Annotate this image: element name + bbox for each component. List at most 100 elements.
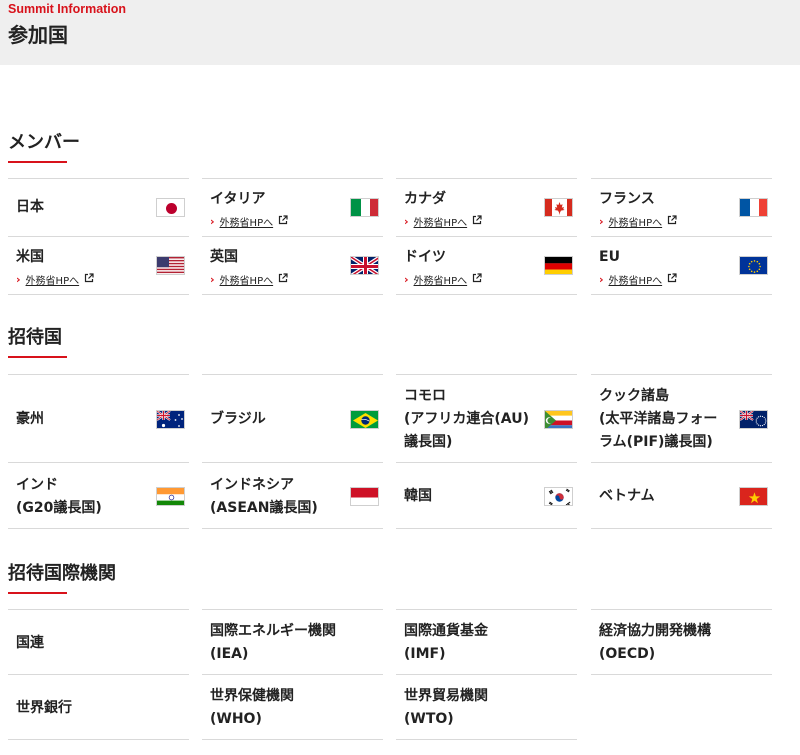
member-name: 米国 (16, 249, 44, 265)
external-link-icon (84, 273, 94, 286)
mofa-link[interactable]: › 外務省HPへ (210, 272, 288, 287)
entry-name-line: (G20議長国) (16, 500, 102, 516)
entry-name-line: 世界銀行 (16, 700, 72, 716)
section-title-invited: 招待国 (8, 327, 62, 348)
korea-flag (544, 487, 573, 506)
entry-name: 世界貿易機関 (WTO) (404, 685, 488, 731)
entry-name: 世界銀行 (16, 697, 72, 720)
canada-flag (544, 198, 573, 217)
external-link-icon (472, 273, 482, 286)
invited-country-cell: 韓国 (396, 462, 577, 529)
entry-name-line: (IMF) (404, 646, 446, 662)
japan-flag (156, 198, 185, 217)
entry-name-line: ベトナム (599, 488, 655, 504)
entry-name: インド (G20議長国) (16, 474, 102, 520)
mofa-link-label: 外務省HPへ (219, 218, 274, 229)
summit-information-label: Summit Information (8, 2, 127, 16)
organization-cell: 国際エネルギー機関 (IEA) (202, 609, 383, 675)
mofa-link[interactable]: › 外務省HPへ (16, 272, 94, 287)
australia-flag (156, 410, 185, 429)
member-name: EU (599, 249, 620, 265)
chevron-right-icon: › (599, 273, 604, 286)
mofa-link-label: 外務省HPへ (413, 276, 468, 287)
mofa-link[interactable]: › 外務省HPへ (404, 214, 482, 229)
member-name: フランス (599, 191, 655, 207)
entry-name: 国際エネルギー機関 (IEA) (210, 620, 336, 666)
entry-name-line: 韓国 (404, 488, 432, 504)
entry-name-line: (太平洋諸島フォー (599, 411, 718, 427)
entry-name-line: インドネシア (210, 477, 294, 493)
entry-name: インドネシア (ASEAN議長国) (210, 474, 318, 520)
entry-name: ブラジル (210, 408, 266, 431)
member-name: 英国 (210, 249, 238, 265)
organization-cell: 国連 (8, 609, 189, 675)
organization-cell: 世界貿易機関 (WTO) (396, 674, 577, 740)
entry-name-line: ブラジル (210, 411, 266, 427)
mofa-link[interactable]: › 外務省HPへ (210, 214, 288, 229)
invited-country-cell: インド (G20議長国) (8, 462, 189, 529)
indonesia-flag (350, 487, 379, 506)
invited-country-cell: クック諸島 (太平洋諸島フォー ラム(PIF)議長国) (591, 374, 772, 463)
chevron-right-icon: › (599, 215, 604, 228)
member-cell: 英国 › 外務省HPへ (202, 236, 383, 295)
external-link-icon (278, 273, 288, 286)
entry-name-line: コモロ (404, 388, 446, 404)
invited-country-cell: インドネシア (ASEAN議長国) (202, 462, 383, 529)
brazil-flag (350, 410, 379, 429)
member-cell: 日本 (8, 178, 189, 237)
entry-name-line: 世界貿易機関 (404, 688, 488, 704)
mofa-link-label: 外務省HPへ (219, 276, 274, 287)
member-cell: イタリア › 外務省HPへ (202, 178, 383, 237)
mofa-link-label: 外務省HPへ (413, 218, 468, 229)
entry-name: コモロ (アフリカ連合(AU) 議長国) (404, 385, 529, 454)
member-cell: EU › 外務省HPへ (591, 236, 772, 295)
usa-flag (156, 256, 185, 275)
comoros-flag (544, 410, 573, 429)
uk-flag (350, 256, 379, 275)
entry-name: 国連 (16, 632, 44, 655)
entry-name: クック諸島 (太平洋諸島フォー ラム(PIF)議長国) (599, 385, 717, 454)
section-underline-orgs (8, 592, 67, 594)
external-link-icon (667, 215, 677, 228)
mofa-link[interactable]: › 外務省HPへ (599, 214, 677, 229)
entry-name-line: 国際エネルギー機関 (210, 623, 336, 639)
mofa-link-label: 外務省HPへ (608, 276, 663, 287)
entry-name: 経済協力開発機構 (OECD) (599, 620, 711, 666)
mofa-link[interactable]: › 外務省HPへ (404, 272, 482, 287)
entry-name-line: (WTO) (404, 711, 454, 727)
entry-name: 韓国 (404, 485, 432, 508)
entry-name-line: (IEA) (210, 646, 249, 662)
entry-name-line: ラム(PIF)議長国) (599, 434, 713, 450)
germany-flag (544, 256, 573, 275)
member-cell: カナダ › 外務省HPへ (396, 178, 577, 237)
entry-name-line: 議長国) (404, 434, 453, 450)
eu-flag (739, 256, 768, 275)
member-name: 日本 (16, 199, 44, 215)
external-link-icon (278, 215, 288, 228)
mofa-link-label: 外務省HPへ (608, 218, 663, 229)
mofa-link[interactable]: › 外務省HPへ (599, 272, 677, 287)
member-name: イタリア (210, 191, 266, 207)
invited-country-cell: コモロ (アフリカ連合(AU) 議長国) (396, 374, 577, 463)
external-link-icon (667, 273, 677, 286)
entry-name-line: 国連 (16, 635, 44, 651)
entry-name-line: 経済協力開発機構 (599, 623, 711, 639)
entry-name: 世界保健機関 (WHO) (210, 685, 294, 731)
entry-name-line: (OECD) (599, 646, 656, 662)
section-title-orgs: 招待国際機関 (8, 563, 116, 584)
india-flag (156, 487, 185, 506)
france-flag (739, 198, 768, 217)
invited-country-cell: ブラジル (202, 374, 383, 463)
invited-country-cell: ベトナム (591, 462, 772, 529)
vietnam-flag (739, 487, 768, 506)
section-underline-invited (8, 356, 67, 358)
member-cell: ドイツ › 外務省HPへ (396, 236, 577, 295)
entry-name-line: (WHO) (210, 711, 262, 727)
chevron-right-icon: › (404, 215, 409, 228)
organization-cell: 世界銀行 (8, 674, 189, 740)
organization-cell: 経済協力開発機構 (OECD) (591, 609, 772, 675)
mofa-link-label: 外務省HPへ (25, 276, 80, 287)
member-name: カナダ (404, 191, 446, 207)
entry-name-line: 世界保健機関 (210, 688, 294, 704)
page-title: 参加国 (8, 23, 68, 47)
